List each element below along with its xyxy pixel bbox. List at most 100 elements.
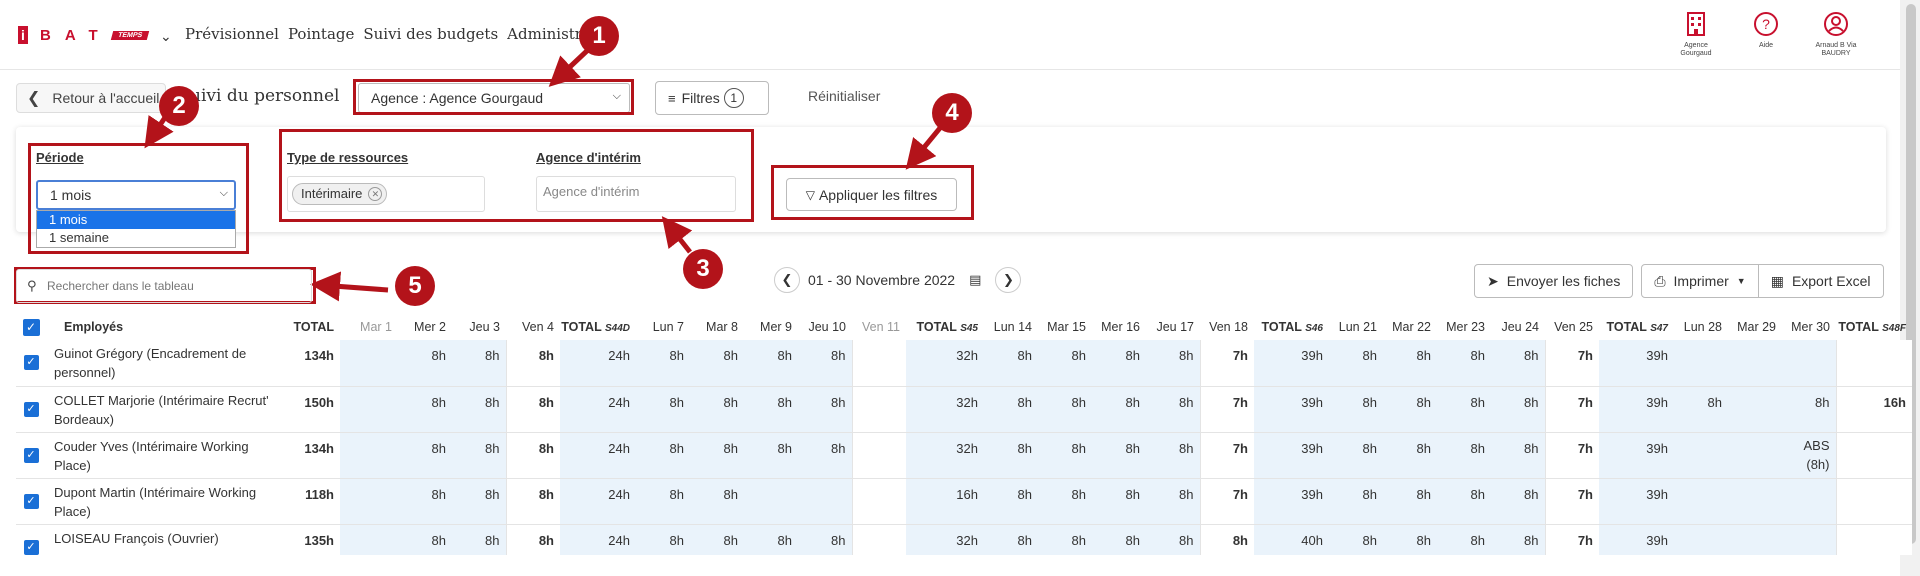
day-hours-cell[interactable]: 8h [1383,478,1437,525]
day-hours-cell[interactable]: 8h [1329,524,1383,555]
day-hours-cell[interactable] [798,478,852,525]
day-hours-cell[interactable]: 8h [1329,478,1383,525]
day-hours-cell[interactable]: 8h [1038,386,1092,433]
row-checkbox[interactable]: ✓ [16,524,46,555]
day-hours-cell[interactable]: 24h [560,524,636,555]
day-hours-cell[interactable]: 8h [1437,478,1491,525]
day-hours-cell[interactable]: 24h [560,386,636,433]
day-hours-cell[interactable]: 8h [398,432,452,479]
day-hours-cell[interactable]: 8h [1491,524,1545,555]
employee-name[interactable]: LOISEAU François (Ouvrier) [46,524,280,555]
day-hours-cell[interactable]: 8h [1146,432,1200,479]
day-hours-cell[interactable]: 8h [452,524,506,555]
table-row[interactable]: ✓ Couder Yves (Intérimaire Working Place)… [16,432,1912,479]
day-hours-cell[interactable]: 8h [1383,386,1437,433]
day-hours-cell[interactable]: 8h [690,386,744,433]
day-hours-cell[interactable]: 39h [1254,386,1329,433]
day-hours-cell[interactable]: 8h [1437,340,1491,387]
header-employees[interactable]: Employés [46,314,280,340]
day-hours-cell[interactable]: 16h [906,478,984,525]
day-hours-cell[interactable] [1782,340,1836,387]
select-all-checkbox[interactable]: ✓ [16,314,46,340]
day-hours-cell[interactable]: 8h [1092,524,1146,555]
day-hours-cell[interactable]: 8h [1092,386,1146,433]
day-hours-cell[interactable]: 8h [984,524,1038,555]
day-hours-cell[interactable]: 24h [560,340,636,387]
day-hours-cell[interactable] [1782,478,1836,525]
day-hours-cell[interactable]: 8h [1491,340,1545,387]
day-hours-cell[interactable]: 8h [636,432,690,479]
day-hours-cell[interactable]: 24h [560,432,636,479]
day-hours-cell[interactable]: 8h [1092,432,1146,479]
day-hours-cell[interactable]: 32h [906,524,984,555]
day-hours-cell[interactable]: 8h [798,432,852,479]
day-hours-cell[interactable]: 8h [452,340,506,387]
day-hours-cell[interactable]: 8h [1491,432,1545,479]
day-hours-cell[interactable] [744,478,798,525]
day-hours-cell[interactable]: 39h [1599,340,1674,387]
day-hours-cell[interactable]: 8h [636,340,690,387]
day-hours-cell[interactable]: 8h [452,386,506,433]
row-checkbox[interactable]: ✓ [16,478,46,525]
day-hours-cell[interactable]: 8h [1038,432,1092,479]
day-hours-cell[interactable]: 8h [398,340,452,387]
day-hours-cell[interactable]: 8h [1383,524,1437,555]
day-hours-cell[interactable] [1728,432,1782,479]
day-hours-cell[interactable]: 8h [636,478,690,525]
day-hours-cell[interactable]: 8h [1329,340,1383,387]
day-hours-cell[interactable]: 8h [1038,524,1092,555]
next-period-button[interactable]: ❯ [995,267,1022,293]
day-hours-cell[interactable]: 8h [1092,340,1146,387]
day-hours-cell[interactable]: 8h [984,340,1038,387]
day-hours-cell[interactable] [1782,524,1836,555]
print-button[interactable]: ⎙ Imprimer ▼ [1641,264,1759,298]
day-hours-cell[interactable]: 8h [798,340,852,387]
day-hours-cell[interactable] [1674,478,1728,525]
day-hours-cell[interactable]: 39h [1599,524,1674,555]
day-hours-cell[interactable]: 8h [798,524,852,555]
day-hours-cell[interactable]: 32h [906,432,984,479]
previous-period-button[interactable]: ❮ [774,267,800,293]
calendar-icon[interactable]: ▤ [969,272,981,288]
day-hours-cell[interactable]: 8h [798,386,852,433]
day-hours-cell[interactable]: 8h [984,432,1038,479]
day-hours-cell[interactable]: 8h [1383,432,1437,479]
day-hours-cell[interactable]: 8h [636,386,690,433]
day-hours-cell[interactable]: 8h [398,478,452,525]
day-hours-cell[interactable] [1674,524,1728,555]
day-hours-cell[interactable] [1728,386,1782,433]
day-hours-cell[interactable]: 8h [1146,386,1200,433]
day-hours-cell[interactable]: 39h [1599,386,1674,433]
day-hours-cell[interactable] [1674,432,1728,479]
day-hours-cell[interactable]: 8h [1491,386,1545,433]
day-hours-cell[interactable]: 8h [744,432,798,479]
day-hours-cell[interactable]: 8h [1329,432,1383,479]
day-hours-cell[interactable]: 8h [744,524,798,555]
day-hours-cell[interactable]: 8h [1329,386,1383,433]
day-hours-cell[interactable] [340,386,398,433]
row-checkbox[interactable]: ✓ [16,432,46,479]
day-hours-cell[interactable]: 8h [1782,386,1836,433]
table-row[interactable]: ✓ Guinot Grégory (Encadrement de personne… [16,340,1912,387]
table-row[interactable]: ✓ LOISEAU François (Ouvrier) 135h 8h 8h 8h 24h… [16,524,1912,555]
header-total[interactable]: TOTAL [280,314,340,340]
row-checkbox[interactable]: ✓ [16,340,46,387]
table-search-input[interactable]: ⚲ Rechercher dans le tableau [16,269,312,303]
day-hours-cell[interactable]: 39h [1599,432,1674,479]
employee-name[interactable]: Guinot Grégory (Encadrement de personnel… [46,340,280,387]
day-hours-cell[interactable]: 8h [452,432,506,479]
day-hours-cell[interactable]: 8h [690,478,744,525]
day-hours-cell[interactable]: 8h [398,386,452,433]
day-hours-cell[interactable]: 8h [1038,478,1092,525]
day-hours-cell[interactable]: 39h [1254,478,1329,525]
day-hours-cell[interactable] [340,478,398,525]
day-hours-cell[interactable]: 39h [1599,478,1674,525]
day-hours-cell[interactable]: 8h [1146,524,1200,555]
day-hours-cell[interactable] [1728,340,1782,387]
day-hours-cell[interactable]: ABS (8h) [1782,432,1836,479]
day-hours-cell[interactable]: 8h [398,524,452,555]
day-hours-cell[interactable]: 8h [1146,478,1200,525]
row-checkbox[interactable]: ✓ [16,386,46,433]
employee-name[interactable]: Couder Yves (Intérimaire Working Place) [46,432,280,479]
day-hours-cell[interactable]: 8h [690,524,744,555]
